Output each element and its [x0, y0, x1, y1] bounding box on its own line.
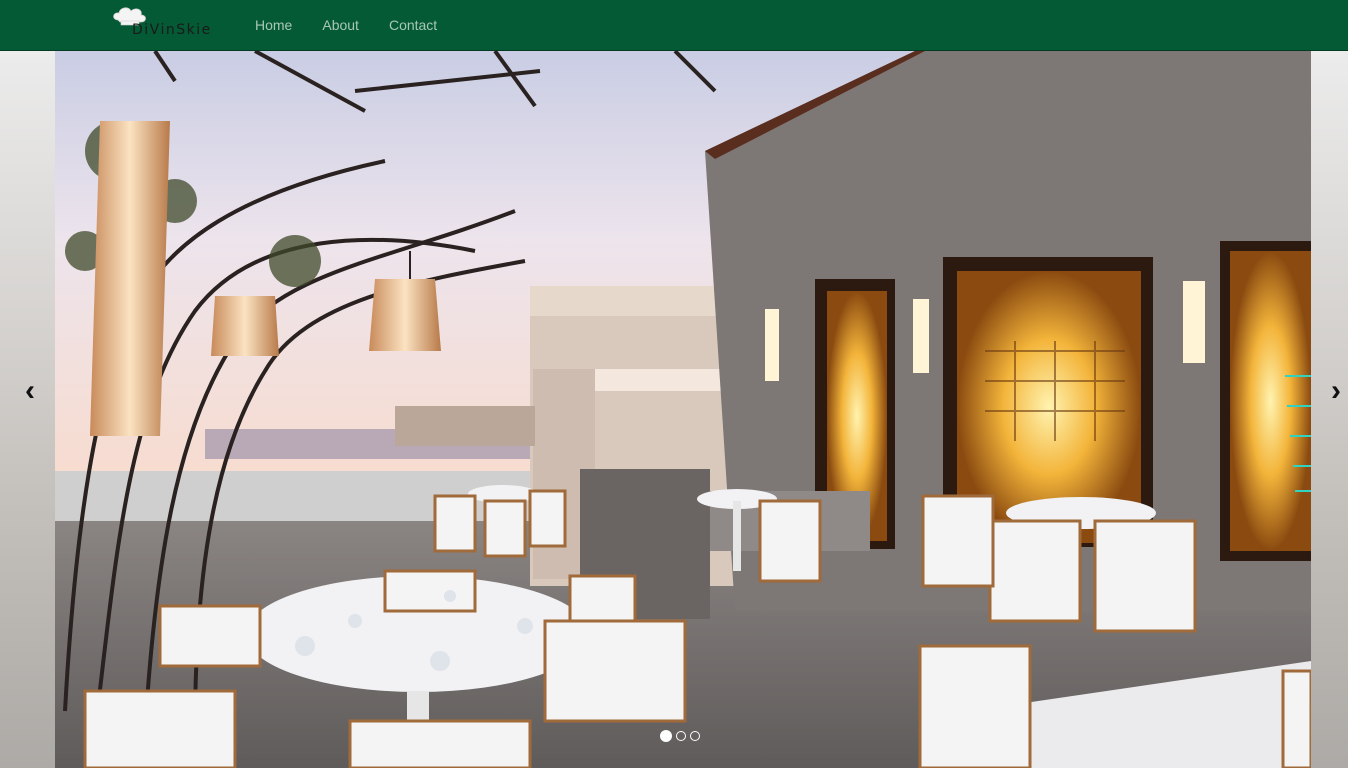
nav-about-link[interactable]: About [307, 0, 374, 50]
carousel-next-button[interactable]: › [1316, 371, 1348, 411]
brand-name: DiVinSkie [132, 22, 212, 38]
carousel-prev-button[interactable]: ‹ [10, 371, 50, 411]
carousel-indicator-1[interactable] [660, 730, 672, 742]
slide-image-restaurant-terrace [55, 51, 1311, 768]
chevron-left-icon: ‹ [25, 374, 35, 407]
chevron-right-icon: › [1331, 374, 1341, 407]
nav-home-link[interactable]: Home [240, 0, 307, 50]
hero-carousel: ‹ › [0, 51, 1348, 768]
brand-logo[interactable]: DiVinSkie [112, 6, 228, 42]
main-nav: Home About Contact [240, 0, 452, 50]
carousel-indicator-3[interactable] [690, 731, 700, 741]
nav-contact-link[interactable]: Contact [374, 0, 452, 50]
top-navbar: DiVinSkie Home About Contact [0, 0, 1348, 51]
carousel-indicators [660, 730, 700, 742]
carousel-indicator-2[interactable] [676, 731, 686, 741]
